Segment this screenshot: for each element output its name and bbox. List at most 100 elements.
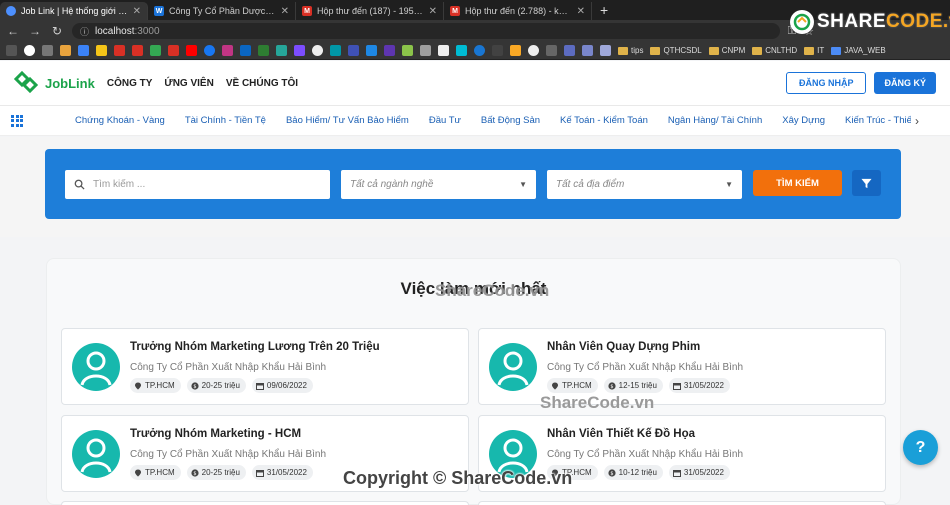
info-icon[interactable]: ⓘ xyxy=(80,25,89,38)
bookmark-folder-tips[interactable]: tips xyxy=(618,46,643,55)
bookmark-icon[interactable] xyxy=(600,45,611,56)
search-section: Tìm kiếm ... Tất cả ngành nghề ▼ Tất cả … xyxy=(0,137,950,237)
bookmark-folder-cnpm[interactable]: CNPM xyxy=(708,46,745,55)
category-item[interactable]: Đầu Tư xyxy=(429,115,461,126)
nav-about[interactable]: VỀ CHÚNG TÔI xyxy=(226,78,298,89)
date-tag: 09/06/2022 xyxy=(251,378,313,393)
industry-select[interactable]: Tất cả ngành nghề ▼ xyxy=(341,170,536,199)
watermark-logo-suffix: CODE.vn xyxy=(886,11,950,32)
job-title[interactable]: Trưởng Nhóm Marketing Lương Trên 20 Triệ… xyxy=(130,341,380,353)
bookmark-folder-it[interactable]: IT xyxy=(804,46,824,55)
chevron-right-icon[interactable]: › xyxy=(915,114,919,128)
job-card[interactable] xyxy=(61,501,469,505)
new-tab-button[interactable]: + xyxy=(592,2,616,20)
gmail-icon[interactable] xyxy=(168,45,179,56)
category-item[interactable]: Xây Dựng xyxy=(782,115,825,126)
bookmark-icon[interactable] xyxy=(402,45,413,56)
browser-tab-gmail-1[interactable]: M Hộp thư đến (187) - 19510500 ✕ xyxy=(296,2,444,20)
bookmark-icon[interactable] xyxy=(330,45,341,56)
nav-companies[interactable]: CÔNG TY xyxy=(107,78,153,89)
job-company[interactable]: Công Ty Cổ Phần Xuất Nhập Khẩu Hải Bình xyxy=(130,362,326,373)
bookmark-icon[interactable] xyxy=(60,45,71,56)
job-card[interactable] xyxy=(478,501,886,505)
close-tab-icon[interactable]: ✕ xyxy=(429,6,437,17)
back-icon[interactable]: ← xyxy=(6,24,20,38)
bookmark-folder-qthcsdl[interactable]: QTHCSDL xyxy=(650,46,702,55)
category-item[interactable]: Ngân Hàng/ Tài Chính xyxy=(668,115,762,126)
gmail-icon[interactable] xyxy=(114,45,125,56)
forward-icon[interactable]: → xyxy=(28,24,42,38)
bookmark-icon[interactable] xyxy=(582,45,593,56)
browser-tab-joblink[interactable]: Job Link | Hệ thống giới thiệu vi ✕ xyxy=(0,2,148,20)
grid-menu-icon[interactable] xyxy=(11,114,23,127)
bookmark-folder-java-web[interactable]: JAVA_WEB xyxy=(831,46,886,55)
bookmark-icon[interactable] xyxy=(474,45,485,56)
close-tab-icon[interactable]: ✕ xyxy=(281,6,289,17)
drive-icon[interactable] xyxy=(150,45,161,56)
job-title[interactable]: Nhân Viên Quay Dựng Phim xyxy=(547,341,700,353)
bookmark-icon[interactable] xyxy=(438,45,449,56)
joblink-logo[interactable]: JobLink xyxy=(14,71,95,95)
location-select[interactable]: Tất cả địa điểm ▼ xyxy=(547,170,742,199)
bookmark-icon[interactable] xyxy=(96,45,107,56)
instagram-icon[interactable] xyxy=(222,45,233,56)
bookmark-icon[interactable] xyxy=(510,45,521,56)
job-company[interactable]: Công Ty Cổ Phần Xuất Nhập Khẩu Hải Bình xyxy=(130,449,326,460)
location-tag: TP.HCM xyxy=(130,378,181,393)
bookmark-icon[interactable] xyxy=(294,45,305,56)
reload-icon[interactable]: ↻ xyxy=(50,24,64,38)
url-input[interactable]: ⓘ localhost:3000 xyxy=(72,23,780,39)
gmail-icon: M xyxy=(450,6,460,16)
category-item[interactable]: Bất Động Sản xyxy=(481,115,540,126)
bookmark-icon[interactable] xyxy=(420,45,431,56)
github-icon[interactable] xyxy=(312,45,323,56)
category-item[interactable]: Bảo Hiểm/ Tư Vấn Bảo Hiểm xyxy=(286,115,409,126)
bookmark-icon[interactable] xyxy=(564,45,575,56)
bookmark-icon[interactable] xyxy=(384,45,395,56)
filter-button[interactable] xyxy=(852,170,881,196)
nav-candidates[interactable]: ỨNG VIÊN xyxy=(164,78,213,89)
youtube-icon[interactable] xyxy=(186,45,197,56)
browser-tab-company[interactable]: W Công Ty Cổ Phần Dược Phẩm Hà ✕ xyxy=(148,2,296,20)
search-button[interactable]: TÌM KIẾM xyxy=(753,170,842,196)
bookmark-icon[interactable] xyxy=(276,45,287,56)
linkedin-icon[interactable] xyxy=(240,45,251,56)
job-title[interactable]: Trưởng Nhóm Marketing - HCM xyxy=(130,428,301,440)
register-button[interactable]: ĐĂNG KÝ xyxy=(874,72,936,94)
folder-icon xyxy=(752,46,763,55)
login-button[interactable]: ĐĂNG NHẬP xyxy=(785,72,867,94)
close-tab-icon[interactable]: ✕ xyxy=(577,6,585,17)
search-input[interactable]: Tìm kiếm ... xyxy=(65,170,330,199)
job-card[interactable]: Trưởng Nhóm Marketing Lương Trên 20 Triệ… xyxy=(61,328,469,405)
browser-tab-gmail-2[interactable]: M Hộp thư đến (2.788) - khuy220 ✕ xyxy=(444,2,592,20)
bookmark-icon[interactable] xyxy=(366,45,377,56)
job-company[interactable]: Công Ty Cổ Phần Xuất Nhập Khẩu Hải Bình xyxy=(547,449,743,460)
close-tab-icon[interactable]: ✕ xyxy=(133,6,141,17)
facebook-icon[interactable] xyxy=(204,45,215,56)
company-avatar xyxy=(72,343,120,391)
category-item[interactable]: Kiến Trúc - Thiết Kế Nội Thất xyxy=(845,115,911,126)
url-host: localhost xyxy=(95,25,135,37)
category-item[interactable]: Tài Chính - Tiền Tệ xyxy=(185,115,266,126)
tag-text: 10-12 triệu xyxy=(618,468,657,477)
bookmark-icon[interactable] xyxy=(348,45,359,56)
category-item[interactable]: Chứng Khoán - Vàng xyxy=(75,115,165,126)
bookmark-icon[interactable] xyxy=(42,45,53,56)
bookmark-icon[interactable] xyxy=(456,45,467,56)
job-title[interactable]: Nhân Viên Thiết Kế Đồ Họa xyxy=(547,428,695,440)
apps-icon[interactable] xyxy=(6,45,17,56)
gmail-icon[interactable] xyxy=(132,45,143,56)
money-icon: $ xyxy=(191,381,199,390)
bookmark-folder-cnlthd[interactable]: CNLTHD xyxy=(752,46,797,55)
bookmark-icon[interactable] xyxy=(258,45,269,56)
tag-text: 09/06/2022 xyxy=(266,381,307,390)
job-company[interactable]: Công Ty Cổ Phần Xuất Nhập Khẩu Hải Bình xyxy=(547,362,743,373)
category-item[interactable]: Kế Toán - Kiểm Toán xyxy=(560,115,648,126)
bookmark-icon[interactable] xyxy=(528,45,539,56)
bookmark-icon[interactable] xyxy=(546,45,557,56)
bookmark-icon[interactable] xyxy=(492,45,503,56)
money-icon: $ xyxy=(191,468,199,477)
google-icon[interactable] xyxy=(24,45,35,56)
help-button[interactable]: ? xyxy=(903,430,938,465)
bookmark-icon[interactable] xyxy=(78,45,89,56)
